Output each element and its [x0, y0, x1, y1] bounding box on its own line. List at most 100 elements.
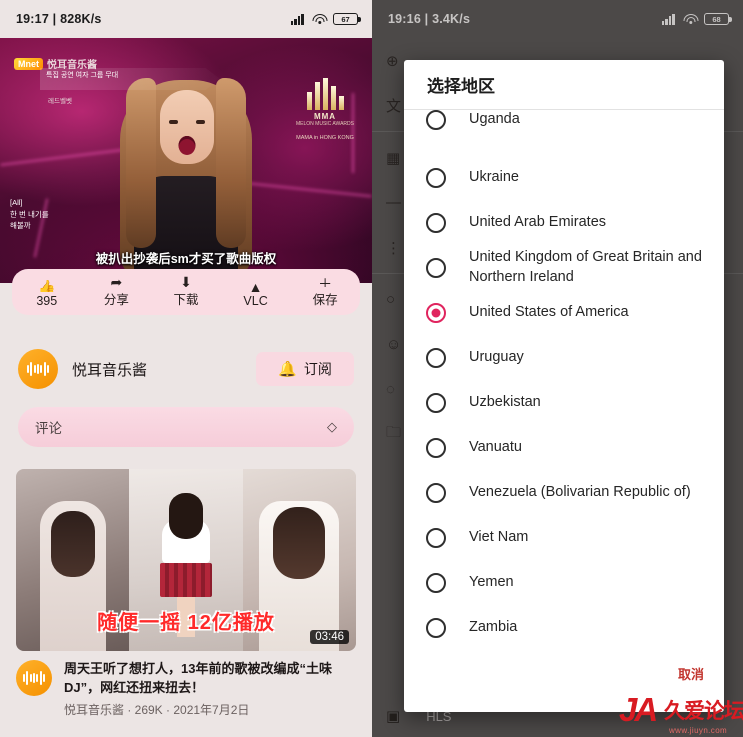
- radio-icon[interactable]: [426, 617, 446, 638]
- suggested-subtitle: 悦耳音乐酱 · 269K · 2021年7月2日: [64, 702, 250, 717]
- radio-icon[interactable]: [426, 482, 446, 503]
- cancel-button[interactable]: 取消: [678, 664, 704, 683]
- left-status-time: 19:17: [16, 12, 49, 26]
- region-picker-dialog: 选择地区 Uganda Ukraine United Arab Emirates…: [404, 60, 724, 712]
- region-option[interactable]: Uzbekistan: [404, 380, 724, 425]
- action-like[interactable]: 👍 395: [18, 279, 76, 308]
- lyrics-overlay: [All] 한 번 내기를 해볼까: [10, 198, 49, 230]
- radio-icon-selected[interactable]: [426, 302, 446, 323]
- left-status-icons: 67: [291, 12, 361, 26]
- neon-light: [232, 180, 372, 198]
- video-subtitle: 被扒出抄袭后sm才买了歌曲版权: [95, 252, 277, 266]
- region-option-selected[interactable]: United States of America: [404, 290, 724, 335]
- award-subtitle: MELON MUSIC AWARDS: [296, 121, 354, 127]
- radio-icon[interactable]: [426, 257, 446, 278]
- region-option[interactable]: United Arab Emirates: [404, 200, 724, 245]
- signal-icon: [291, 13, 306, 25]
- region-option-label: United States of America: [469, 303, 629, 320]
- chevron-expand-icon[interactable]: ◇: [327, 419, 337, 435]
- region-option[interactable]: Ukraine: [404, 155, 724, 200]
- left-status-bar: 19:17 | 828K/s 67: [0, 0, 372, 38]
- action-share[interactable]: ➦ 分享: [87, 274, 145, 308]
- video-frame: Mnet 悦耳音乐酱 특집 공연 여자 그룹 무대 레드벨벳 MMA MELON…: [0, 38, 372, 283]
- left-status-text: 19:17 | 828K/s: [16, 12, 102, 26]
- radio-icon[interactable]: [426, 572, 446, 593]
- left-status-separator: |: [52, 12, 57, 26]
- broadcast-banner: 특집 공연 여자 그룹 무대: [40, 68, 220, 90]
- wifi-icon: [312, 13, 327, 25]
- region-option[interactable]: Vanuatu: [404, 425, 724, 470]
- suggested-video[interactable]: 随便一摇 12亿播放 03:46 周天王听了想打人，13年前的歌被改编成“土味D…: [16, 469, 356, 718]
- suggested-title: 周天王听了想打人，13年前的歌被改编成“土味DJ”，网红还扭来扭去！: [64, 661, 332, 695]
- action-save-label: 保存: [312, 293, 338, 307]
- award-logo: MMA MELON MUSIC AWARDS MAMA in HONG KONG: [294, 78, 356, 141]
- left-status-netspeed: 828K/s: [60, 12, 102, 26]
- broadcast-banner-sub: 레드벨벳: [48, 98, 72, 105]
- dialog-footer: 取消: [404, 656, 724, 712]
- battery-level: 67: [341, 14, 350, 24]
- region-option[interactable]: Uganda: [404, 110, 724, 155]
- suggested-meta: 周天王听了想打人，13年前的歌被改编成“土味DJ”，网红还扭来扭去！ 悦耳音乐酱…: [16, 660, 356, 718]
- region-option[interactable]: United Kingdom of Great Britain and Nort…: [404, 245, 724, 290]
- action-like-label: 395: [36, 294, 58, 308]
- download-icon: ⬇: [180, 274, 192, 287]
- channel-avatar[interactable]: [18, 349, 58, 389]
- video-thumbnail[interactable]: 随便一摇 12亿播放 03:46: [16, 469, 356, 651]
- battery-icon: 67: [333, 12, 361, 26]
- region-option-label: Ukraine: [469, 168, 519, 185]
- neon-light: [0, 148, 130, 166]
- subscribe-button[interactable]: 🔔 订阅: [256, 352, 354, 386]
- region-option[interactable]: Yemen: [404, 560, 724, 605]
- region-option-label: Yemen: [469, 573, 514, 590]
- suggested-avatar[interactable]: [16, 660, 52, 696]
- region-option-label: Zambia: [469, 618, 518, 635]
- region-option[interactable]: Uruguay: [404, 335, 724, 380]
- award-title: MMA: [313, 112, 337, 121]
- radio-icon[interactable]: [426, 392, 446, 413]
- radio-icon[interactable]: [426, 212, 446, 233]
- radio-icon[interactable]: [426, 347, 446, 368]
- share-icon: ➦: [110, 274, 123, 287]
- dual-screenshot: 19:17 | 828K/s 67 Mnet 悦耳音乐酱 특집 공연 여자 그룹…: [0, 0, 743, 737]
- region-option[interactable]: Viet Nam: [404, 515, 724, 560]
- action-bar: 👍 395 ➦ 分享 ⬇ 下载 ▲ VLC ＋ 保存: [12, 269, 360, 315]
- radio-icon[interactable]: [426, 167, 446, 188]
- comments-label: 评论: [35, 421, 62, 436]
- subscribe-label: 订阅: [303, 361, 332, 377]
- region-option-label: Uganda: [469, 111, 520, 127]
- dialog-title: 选择地区: [404, 60, 724, 110]
- region-option-label: Venezuela (Bolivarian Republic of): [469, 483, 691, 500]
- action-vlc[interactable]: ▲ VLC: [227, 279, 285, 308]
- bell-icon: 🔔: [278, 361, 297, 378]
- left-phone-screen: 19:17 | 828K/s 67 Mnet 悦耳音乐酱 특집 공연 여자 그룹…: [0, 0, 372, 737]
- thumbs-up-icon: 👍: [38, 279, 56, 292]
- region-option-label: United Arab Emirates: [469, 213, 607, 230]
- show-logo-label: Mnet: [14, 57, 43, 70]
- video-player[interactable]: Mnet 悦耳音乐酱 특집 공연 여자 그룹 무대 레드벨벳 MMA MELON…: [0, 38, 372, 283]
- region-option-label: Vanuatu: [469, 438, 522, 455]
- region-option-label: Uruguay: [469, 348, 524, 365]
- radio-icon[interactable]: [426, 110, 446, 130]
- action-save[interactable]: ＋ 保存: [296, 274, 354, 308]
- channel-name: 悦耳音乐酱: [72, 361, 148, 379]
- thumbnail-caption: 随便一摇 12亿播放: [97, 612, 275, 634]
- region-option-list[interactable]: Uganda Ukraine United Arab Emirates Unit…: [404, 110, 724, 656]
- radio-icon[interactable]: [426, 437, 446, 458]
- region-option[interactable]: Venezuela (Bolivarian Republic of): [404, 470, 724, 515]
- region-option-label: Viet Nam: [469, 528, 529, 545]
- region-option-label: United Kingdom of Great Britain and Nort…: [469, 248, 702, 285]
- waveform-icon: [22, 671, 46, 686]
- vlc-cone-icon: ▲: [248, 279, 263, 292]
- waveform-icon: [26, 362, 50, 377]
- action-download[interactable]: ⬇ 下载: [157, 274, 215, 308]
- channel-row[interactable]: 悦耳音乐酱 🔔 订阅: [0, 341, 372, 397]
- video-duration: 03:46: [310, 630, 349, 644]
- region-option[interactable]: Zambia: [404, 605, 724, 650]
- action-share-label: 分享: [103, 293, 129, 307]
- radio-icon[interactable]: [426, 527, 446, 548]
- right-phone-screen: 19:16 | 3.4K/s 68 ⊕ 文 ▦ — ⋮ ○ ☺ ◌ 🗀 ▣ HL…: [372, 0, 743, 737]
- action-download-label: 下载: [173, 293, 199, 307]
- action-vlc-label: VLC: [243, 294, 268, 308]
- region-option-label: Uzbekistan: [469, 393, 541, 410]
- comments-bar[interactable]: 评论 ◇: [18, 407, 354, 447]
